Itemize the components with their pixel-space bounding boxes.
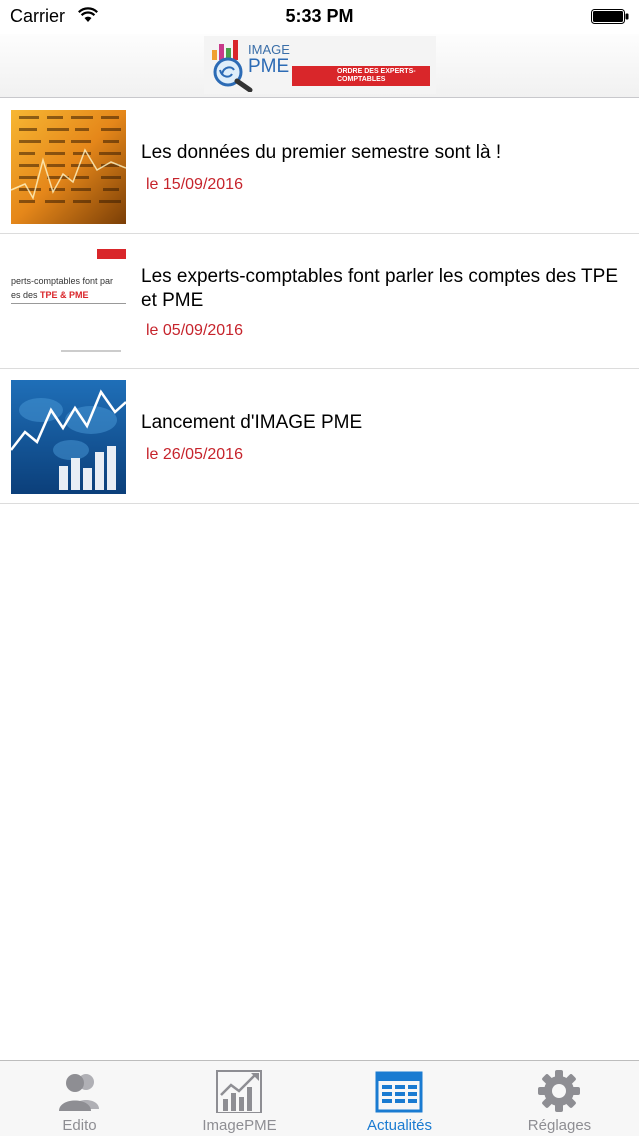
news-item[interactable]: perts-comptables font par es des TPE & P… bbox=[0, 234, 639, 369]
stock-ticker-image bbox=[11, 110, 126, 224]
cover-text-line1: perts-comptables font par bbox=[11, 276, 114, 286]
news-table-icon bbox=[375, 1071, 423, 1113]
tab-label: Edito bbox=[62, 1117, 97, 1134]
tab-edito[interactable]: Edito bbox=[0, 1061, 159, 1136]
tab-bar: Edito ImagePME Actualités Réglages bbox=[0, 1060, 639, 1136]
image-pme-logo: IMAGE PME ORDRE DES EXPERTS-COMPTABLES bbox=[204, 36, 436, 94]
battery-icon bbox=[591, 9, 629, 24]
tab-label: ImagePME bbox=[202, 1117, 277, 1134]
clock-time: 5:33 PM bbox=[285, 6, 354, 26]
news-item[interactable]: Les données du premier semestre sont là … bbox=[0, 99, 639, 234]
news-title: Lancement d'IMAGE PME bbox=[141, 412, 363, 433]
status-bar: Carrier 5:33 PM bbox=[0, 0, 639, 34]
logo-image-text: IMAGE bbox=[248, 42, 290, 57]
news-title: Les données du premier semestre sont là … bbox=[141, 142, 502, 163]
news-title: Les experts-comptables font parler les c… bbox=[141, 266, 618, 311]
tab-label: Actualités bbox=[366, 1117, 433, 1134]
cover-text-highlight: TPE & PME bbox=[40, 290, 89, 300]
cover-red-tag bbox=[97, 249, 126, 259]
nav-header: IMAGE PME ORDRE DES EXPERTS-COMPTABLES bbox=[0, 34, 639, 98]
news-date: le 15/09/2016 bbox=[146, 176, 243, 193]
news-date: le 05/09/2016 bbox=[146, 322, 243, 339]
chart-icon bbox=[216, 1070, 262, 1113]
cover-text-prefix: es des bbox=[11, 290, 41, 300]
news-date: le 26/05/2016 bbox=[146, 446, 243, 463]
tab-label: Réglages bbox=[527, 1117, 592, 1134]
growth-chart-image bbox=[11, 380, 126, 494]
cover-text-line2: es des TPE & PME bbox=[11, 290, 126, 300]
news-item[interactable]: Lancement d'IMAGE PME le 26/05/2016 bbox=[0, 369, 639, 504]
logo-org-banner: ORDRE DES EXPERTS-COMPTABLES bbox=[292, 66, 430, 86]
users-icon bbox=[59, 1074, 99, 1111]
tab-imagepme[interactable]: ImagePME bbox=[160, 1061, 319, 1136]
tab-reglages[interactable]: Réglages bbox=[480, 1061, 639, 1136]
news-list: Les données du premier semestre sont là … bbox=[0, 99, 639, 504]
document-cover-image: perts-comptables font par es des TPE & P… bbox=[11, 245, 126, 359]
gear-icon bbox=[538, 1070, 580, 1112]
cover-divider bbox=[11, 303, 126, 304]
logo-pme-text: PME bbox=[248, 56, 290, 77]
tab-actualites[interactable]: Actualités bbox=[320, 1061, 479, 1136]
cover-footer-line bbox=[61, 350, 121, 352]
